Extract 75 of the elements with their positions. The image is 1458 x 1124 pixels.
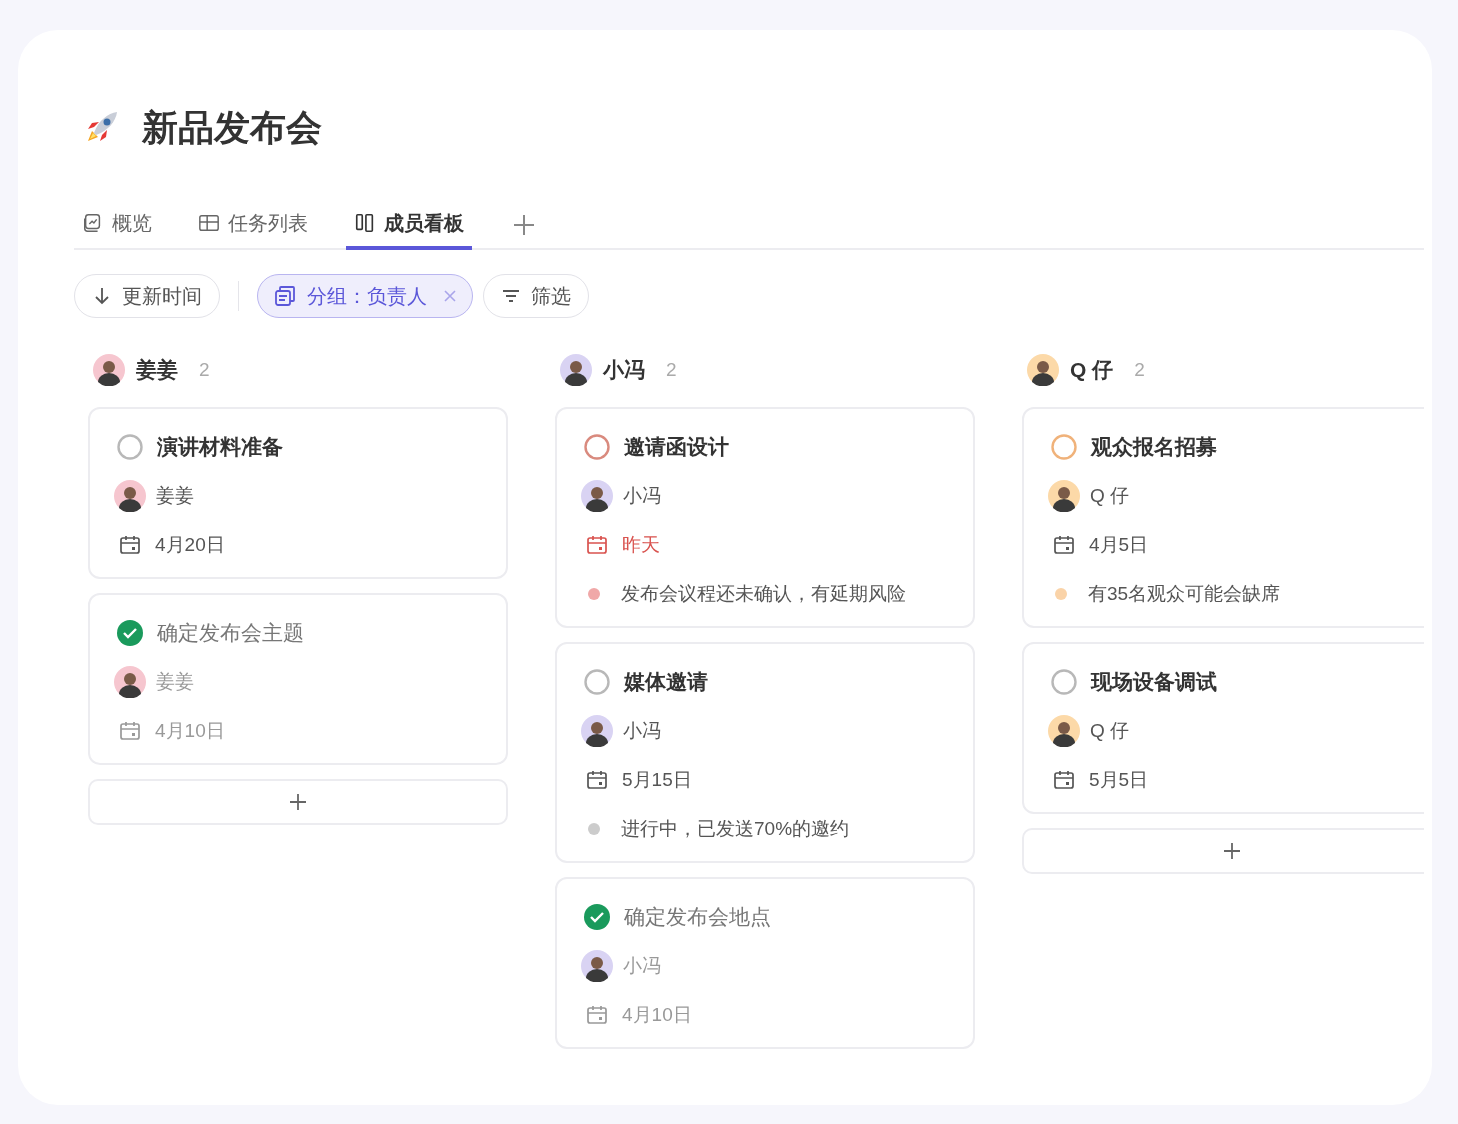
assignee-name: 小冯 (623, 718, 661, 743)
task-card[interactable]: 演讲材料准备 姜姜 4月20日 (88, 407, 508, 579)
filter-button[interactable]: 筛选 (483, 274, 589, 318)
calendar-icon (119, 720, 141, 742)
task-note: 进行中，已发送70%的邀约 (621, 816, 850, 841)
stack-icon (273, 284, 297, 308)
member-name: 姜姜 (136, 357, 178, 384)
plus-icon (1223, 842, 1241, 860)
plus-icon (512, 213, 536, 237)
sort-button[interactable]: 更新时间 (74, 274, 220, 318)
due-date: 昨天 (622, 532, 660, 557)
task-title: 演讲材料准备 (157, 434, 283, 461)
task-title: 确定发布会主题 (157, 620, 304, 647)
due-date: 5月15日 (622, 767, 692, 792)
checkbox-circle-icon[interactable] (1051, 669, 1077, 695)
group-chip[interactable]: 分组：负责人 (257, 274, 473, 318)
task-count: 2 (666, 357, 677, 382)
avatar-icon (114, 480, 146, 512)
due-date: 4月10日 (622, 1002, 692, 1027)
calendar-icon (1053, 534, 1075, 556)
checked-circle-icon[interactable] (117, 620, 143, 646)
checkbox-circle-icon[interactable] (117, 434, 143, 460)
columns-icon (354, 212, 376, 234)
task-title: 现场设备调试 (1091, 669, 1217, 696)
due-date: 5月5日 (1089, 767, 1149, 792)
calendar-icon (586, 1004, 608, 1026)
avatar-icon (114, 666, 146, 698)
task-card[interactable]: 媒体邀请 小冯 5月15日 进行中，已发送70%的邀约 (555, 642, 975, 863)
task-count: 2 (1134, 357, 1145, 382)
task-card[interactable]: 确定发布会主题 姜姜 4月10日 (88, 593, 508, 765)
assignee-name: 姜姜 (156, 483, 194, 508)
calendar-icon (119, 534, 141, 556)
due-date: 4月10日 (155, 718, 225, 743)
assignee-name: Q 仔 (1090, 483, 1130, 508)
assignee-name: Q 仔 (1090, 718, 1130, 743)
add-task-button[interactable] (1022, 828, 1424, 874)
task-card[interactable]: 观众报名招募 Q 仔 4月5日 有35名观众可能会缺席 (1022, 407, 1424, 628)
task-card[interactable]: 邀请函设计 小冯 昨天 发布会议程还未确认，有延期风险 (555, 407, 975, 628)
calendar-icon (1053, 769, 1075, 791)
assignee-name: 小冯 (623, 483, 661, 508)
avatar-icon (581, 950, 613, 982)
task-note: 发布会议程还未确认，有延期风险 (621, 581, 906, 606)
task-note: 有35名观众可能会缺席 (1088, 581, 1281, 606)
tab[interactable]: 成员看板 (346, 200, 472, 250)
task-title: 邀请函设计 (624, 434, 729, 461)
avatar-icon (1048, 715, 1080, 747)
assignee-name: 姜姜 (156, 669, 194, 694)
calendar-icon (586, 769, 608, 791)
calendar-icon (586, 534, 608, 556)
tab[interactable]: 概览 (74, 200, 160, 250)
arrow-down-icon (92, 286, 112, 306)
checked-circle-icon[interactable] (584, 904, 610, 930)
task-title: 确定发布会地点 (624, 904, 771, 931)
task-card[interactable]: 现场设备调试 Q 仔 5月5日 (1022, 642, 1424, 814)
task-card[interactable]: 确定发布会地点 小冯 4月10日 (555, 877, 975, 1049)
avatar-icon (581, 480, 613, 512)
task-count: 2 (199, 357, 210, 382)
task-title: 媒体邀请 (624, 669, 708, 696)
due-date: 4月20日 (155, 532, 225, 557)
plus-icon (289, 793, 307, 811)
due-date: 4月5日 (1089, 532, 1149, 557)
add-task-button[interactable] (88, 779, 508, 825)
checkbox-circle-icon[interactable] (1051, 434, 1077, 460)
assignee-name: 小冯 (623, 953, 661, 978)
page-title: 新品发布会 (142, 106, 322, 150)
table-icon (198, 212, 220, 234)
member-name: Q 仔 (1070, 357, 1114, 384)
task-title: 观众报名招募 (1091, 434, 1217, 461)
avatar-icon (1048, 480, 1080, 512)
checkbox-circle-icon[interactable] (584, 669, 610, 695)
member-name: 小冯 (603, 357, 645, 384)
tab[interactable]: 任务列表 (190, 200, 316, 250)
avatar-icon (581, 715, 613, 747)
checkbox-circle-icon[interactable] (584, 434, 610, 460)
close-icon[interactable] (443, 289, 457, 303)
